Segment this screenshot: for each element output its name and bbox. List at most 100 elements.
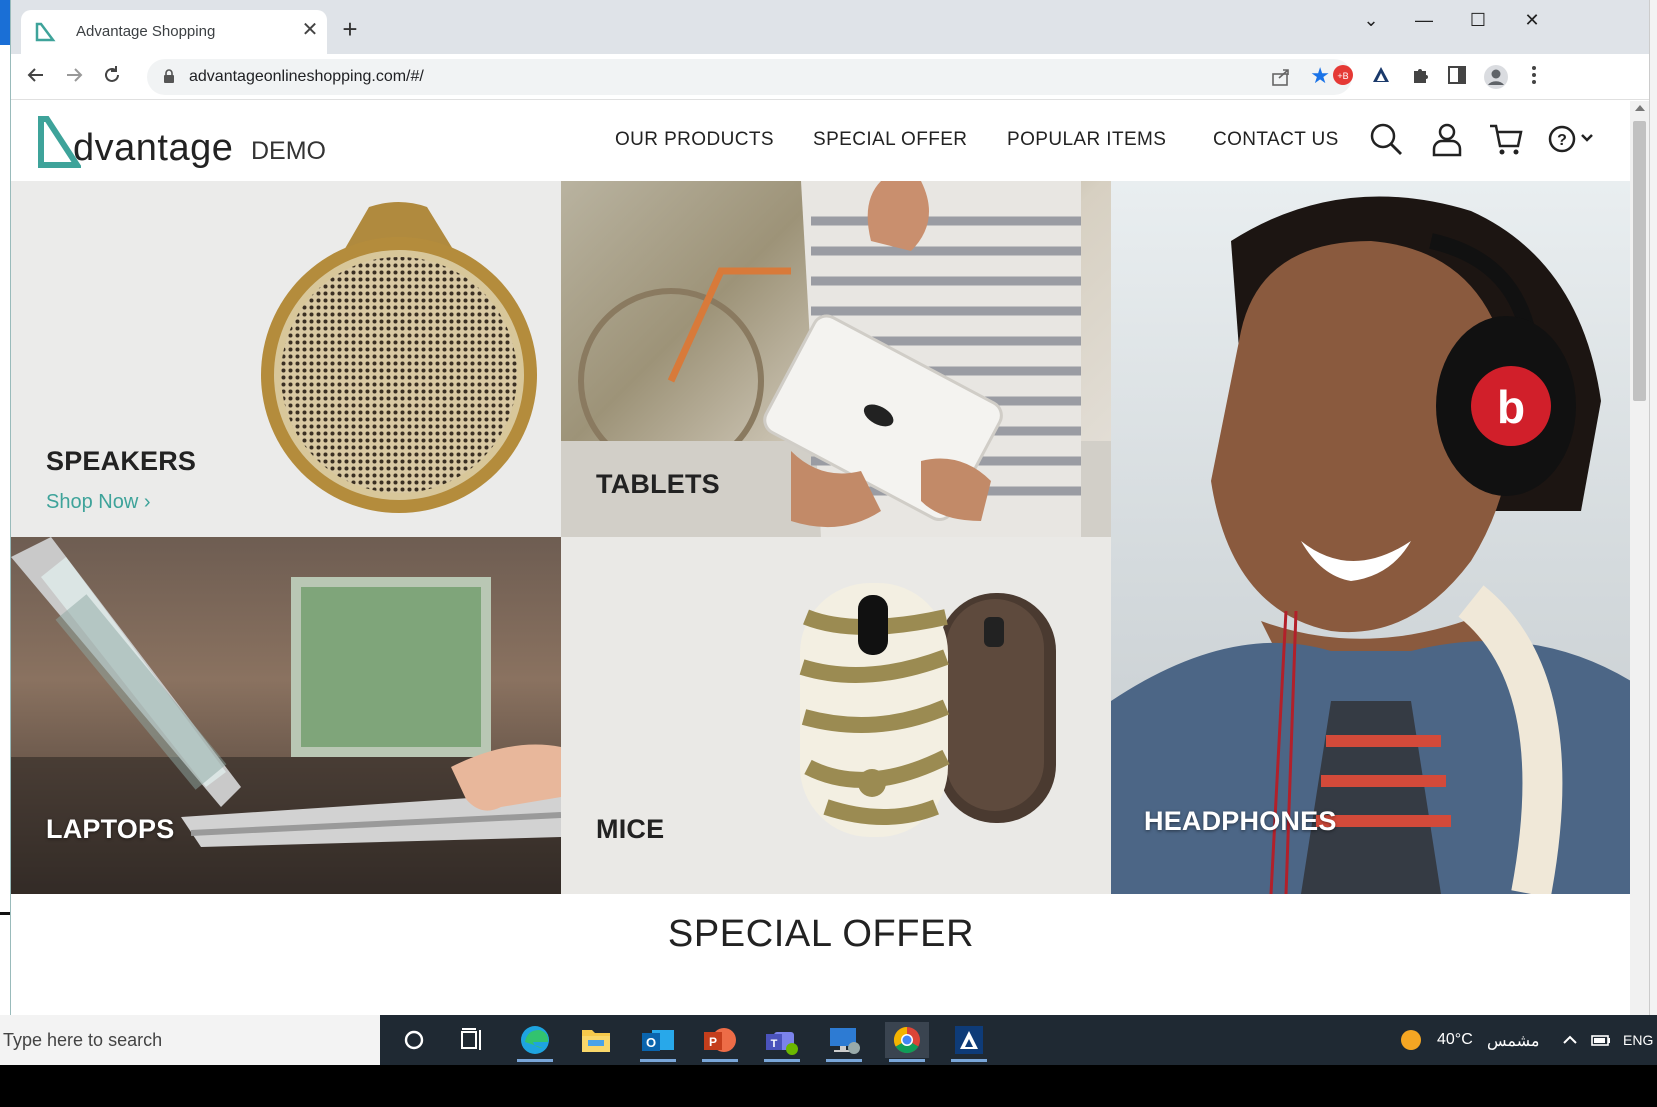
edge-icon[interactable] [513,1022,557,1062]
back-button[interactable] [23,64,49,90]
mice-image [799,583,1056,837]
task-view-icon[interactable] [450,1022,494,1058]
speakers-label: SPEAKERS [46,446,197,476]
laptops-label: LAPTOPS [46,814,175,844]
logo-wordmark: dvantage [73,127,234,169]
browser-window: Advantage Shopping ✕ + ⌄ — ☐ ✕ advantage… [10,0,1649,1015]
cortana-icon[interactable] [392,1022,436,1058]
teams-icon[interactable]: T [760,1022,804,1062]
background-window-right [1649,0,1657,1015]
remote-desktop-active-indicator [826,1059,862,1062]
mice-label: MICE [596,814,665,844]
minimize-button[interactable]: — [1406,8,1442,32]
tab-strip: Advantage Shopping ✕ + ⌄ — ☐ ✕ [11,0,1649,54]
advantage-favicon-icon [35,22,56,42]
background-window [0,0,10,1015]
powerpoint-active-indicator [702,1059,738,1062]
advantage-app-icon[interactable] [947,1022,991,1062]
taskbar-search-box[interactable]: Type here to search [0,1015,380,1065]
category-tile-laptops[interactable]: LAPTOPS [11,537,561,894]
logo-demo-label: DEMO [251,137,326,165]
headphones-label: HEADPHONES [1144,806,1337,836]
new-tab-button[interactable]: + [336,16,364,44]
url-text[interactable]: advantageonlineshopping.com/#/ [189,68,424,86]
nav-contact-us[interactable]: CONTACT US [1213,129,1339,151]
weather-condition[interactable]: مشمس [1487,1031,1540,1051]
svg-text:T: T [771,1038,778,1050]
nav-popular-items[interactable]: POPULAR ITEMS [1007,129,1166,151]
nav-our-products[interactable]: OUR PRODUCTS [615,129,774,151]
remote-desktop-icon[interactable] [822,1022,866,1062]
profile-avatar-icon[interactable] [1483,64,1509,90]
close-window-button[interactable]: ✕ [1514,8,1550,32]
category-tile-headphones[interactable]: b HEADPHONES [1111,181,1631,894]
reload-icon [105,66,119,82]
back-arrow-icon [27,68,43,82]
outlook-active-indicator [640,1059,676,1062]
browser-tab-active[interactable]: Advantage Shopping ✕ [21,10,327,54]
screen: Advantage Shopping ✕ + ⌄ — ☐ ✕ advantage… [0,0,1657,1107]
extension-red-icon[interactable]: +B [1330,64,1356,90]
edge-active-indicator [517,1059,553,1062]
shop-now-text: Shop Now [46,491,139,513]
category-tile-speakers[interactable]: SPEAKERS Shop Now › [11,181,561,537]
taskbar-search-placeholder: Type here to search [3,1030,163,1050]
search-icon[interactable] [1368,121,1404,157]
share-icon[interactable] [1270,66,1292,88]
site-logo[interactable]: dvantage DEMO [37,111,326,171]
battery-icon[interactable] [1590,1030,1612,1050]
headphones-man-image: b [1111,196,1631,894]
advantage-app-active-indicator [951,1059,987,1062]
nav-special-offer[interactable]: SPECIAL OFFER [813,129,967,151]
forward-arrow-icon [67,68,83,82]
page-viewport: dvantage DEMO OUR PRODUCTS SPECIAL OFFER… [11,101,1631,1015]
svg-text:b: b [1497,381,1525,433]
outlook-icon[interactable]: O [636,1022,680,1062]
cart-icon[interactable] [1488,121,1524,157]
svg-text:P: P [709,1035,717,1049]
chrome-active-indicator [889,1059,925,1062]
tab-search-button[interactable]: ⌄ [1353,8,1389,32]
special-offer-heading: SPECIAL OFFER [667,913,975,955]
page-scrollbar[interactable] [1630,101,1649,1015]
lock-icon [164,69,174,83]
screen-bottom-black [0,1065,1657,1107]
bookmark-star-icon[interactable]: ★ [1310,63,1330,89]
speaker-image [261,202,537,513]
file-explorer-icon[interactable] [574,1022,618,1058]
chevron-right-icon: › [143,491,151,513]
teams-active-indicator [764,1059,800,1062]
tablets-label: TABLETS [596,469,720,499]
browser-toolbar: advantageonlineshopping.com/#/ ★ +B [11,54,1649,100]
windows-taskbar: Type here to search O P T 40°C مشمس ENG [0,1015,1657,1065]
background-divider [0,912,10,915]
site-header: dvantage DEMO OUR PRODUCTS SPECIAL OFFER… [11,101,1631,181]
language-indicator[interactable]: ENG [1623,1032,1653,1048]
browser-menu-icon[interactable] [1521,64,1547,90]
weather-temperature[interactable]: 40°C [1437,1031,1473,1049]
category-tile-mice[interactable]: MICE [561,537,1111,894]
weather-sun-icon[interactable] [1400,1029,1422,1051]
tab-close-icon[interactable]: ✕ [299,19,321,41]
help-icon[interactable]: ? [1546,121,1598,157]
background-window-titlebar [0,0,10,45]
reload-button[interactable] [99,64,125,90]
address-bar[interactable]: advantageonlineshopping.com/#/ ★ [147,59,1352,95]
svg-text:+B: +B [1337,71,1348,81]
svg-text:O: O [646,1035,656,1050]
scrollbar-thumb[interactable] [1633,121,1646,401]
svg-text:?: ? [1557,132,1567,149]
category-tile-tablets[interactable]: TABLETS [561,181,1111,537]
user-icon[interactable] [1429,121,1465,157]
extensions-puzzle-icon[interactable] [1407,64,1433,90]
tab-title: Advantage Shopping [76,23,216,40]
forward-button[interactable] [61,64,87,90]
maximize-button[interactable]: ☐ [1460,8,1496,32]
powerpoint-icon[interactable]: P [698,1022,742,1062]
scroll-up-icon[interactable] [1635,105,1645,111]
extension-triangle-icon[interactable] [1368,64,1394,90]
chevron-up-icon[interactable] [1561,1031,1579,1049]
side-panel-icon[interactable] [1444,64,1470,90]
chrome-icon[interactable] [885,1022,929,1062]
shop-now-link[interactable]: Shop Now › [46,491,151,514]
